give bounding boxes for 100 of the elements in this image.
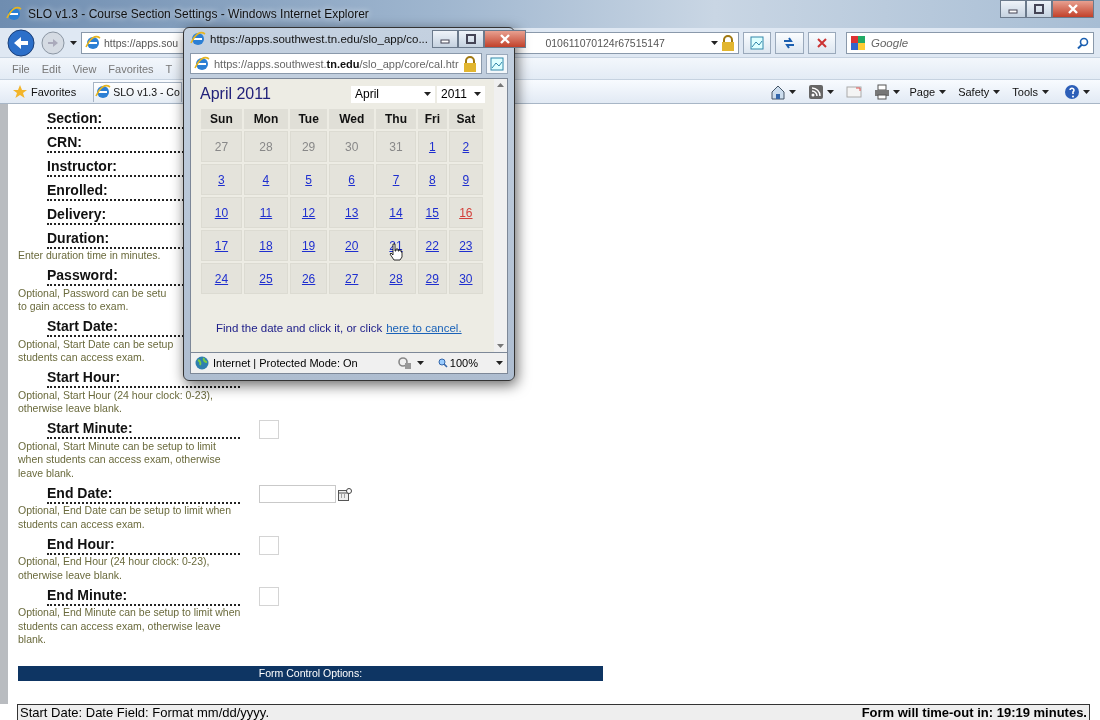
weekday-header: Mon bbox=[243, 109, 289, 129]
day-link[interactable]: 26 bbox=[301, 271, 316, 286]
caret-icon[interactable] bbox=[496, 361, 503, 365]
input-field[interactable] bbox=[259, 586, 279, 606]
date-field[interactable] bbox=[259, 485, 336, 503]
scroll-down-icon[interactable] bbox=[497, 344, 504, 348]
menu-item[interactable]: T bbox=[161, 62, 177, 75]
help-text: Enter duration time in minutes. bbox=[18, 249, 161, 263]
close-button[interactable] bbox=[484, 30, 526, 48]
day-link[interactable]: 4 bbox=[262, 172, 270, 187]
help-text: Optional, Start Minute can be setup to limit bbox=[18, 439, 216, 453]
year-select[interactable]: 2011 bbox=[437, 85, 485, 103]
day-link[interactable]: 8 bbox=[428, 172, 436, 187]
day-link[interactable]: 23 bbox=[459, 238, 473, 253]
day-link[interactable]: 13 bbox=[345, 205, 359, 220]
weekday-header: Tue bbox=[290, 109, 328, 129]
menu-item[interactable]: Favorites bbox=[104, 62, 158, 75]
weekday-header: Sun bbox=[201, 109, 242, 129]
lock-icon bbox=[720, 34, 735, 51]
favorites-button[interactable]: Favorites bbox=[10, 81, 80, 102]
menu-item[interactable]: Edit bbox=[37, 62, 65, 75]
calendar-day: 27 bbox=[201, 131, 242, 162]
weekday-header: Thu bbox=[376, 109, 416, 129]
weekday-header: Fri bbox=[417, 109, 447, 129]
weekday-header: Wed bbox=[329, 109, 375, 129]
input-field[interactable] bbox=[259, 535, 279, 555]
day-link[interactable]: 9 bbox=[462, 172, 470, 187]
day-link[interactable]: 7 bbox=[392, 172, 400, 187]
command-menu-button[interactable]: Page bbox=[906, 81, 950, 102]
caret-icon[interactable] bbox=[1083, 89, 1090, 94]
printer-icon[interactable] bbox=[874, 83, 891, 100]
field-label: End Date: bbox=[47, 484, 113, 502]
feed-icon[interactable] bbox=[808, 83, 825, 100]
field-label: CRN: bbox=[47, 133, 82, 151]
browser-icon bbox=[95, 84, 112, 100]
day-link[interactable]: 18 bbox=[259, 238, 273, 253]
search-icon[interactable] bbox=[1077, 36, 1089, 49]
help-text: when students can access exam, otherwise bbox=[18, 453, 221, 467]
caret-icon[interactable] bbox=[710, 40, 718, 45]
today-link[interactable]: 16 bbox=[459, 205, 473, 220]
day-link[interactable]: 19 bbox=[301, 238, 316, 253]
help-text: leave blank. bbox=[18, 466, 75, 480]
refresh-button[interactable] bbox=[775, 31, 804, 54]
zoom-button[interactable]: 100% bbox=[437, 357, 478, 369]
day-link[interactable]: 20 bbox=[345, 238, 359, 253]
command-menu-button[interactable]: Safety bbox=[955, 81, 1004, 102]
browser-icon bbox=[6, 6, 22, 22]
browser-tab[interactable]: SLO v1.3 - Co bbox=[93, 81, 182, 102]
caret-icon[interactable] bbox=[827, 89, 835, 94]
day-link[interactable]: 1 bbox=[428, 139, 436, 154]
day-link[interactable]: 11 bbox=[259, 205, 273, 220]
cancel-link[interactable]: here to cancel. bbox=[386, 322, 462, 334]
caret-icon[interactable] bbox=[70, 40, 77, 45]
day-link[interactable]: 17 bbox=[214, 238, 229, 253]
caret-icon[interactable] bbox=[893, 89, 901, 94]
day-link[interactable]: 24 bbox=[214, 271, 229, 286]
day-link[interactable]: 3 bbox=[218, 172, 225, 187]
day-link[interactable]: 25 bbox=[259, 271, 273, 286]
day-link[interactable]: 12 bbox=[301, 205, 316, 220]
caret-icon bbox=[1042, 89, 1049, 94]
day-link[interactable]: 30 bbox=[459, 271, 473, 286]
day-link[interactable]: 28 bbox=[389, 271, 403, 286]
close-button[interactable] bbox=[1052, 0, 1094, 18]
stop-button[interactable] bbox=[807, 31, 836, 54]
day-link[interactable]: 5 bbox=[305, 172, 312, 187]
input-field[interactable] bbox=[259, 420, 279, 439]
weekday-header: Sat bbox=[448, 109, 483, 129]
day-link[interactable]: 27 bbox=[345, 271, 359, 286]
help-icon[interactable] bbox=[1064, 83, 1080, 100]
field-label: Password: bbox=[47, 267, 118, 284]
help-text: to gain access to exam. bbox=[18, 300, 129, 314]
menu-item[interactable]: File bbox=[8, 62, 34, 75]
caret-icon[interactable] bbox=[416, 361, 424, 365]
star-icon bbox=[13, 84, 27, 99]
back-button[interactable] bbox=[6, 27, 36, 58]
search-engine-icon bbox=[850, 34, 866, 51]
field-label: Delivery: bbox=[47, 205, 107, 223]
field-label: Duration: bbox=[47, 229, 110, 247]
globe-icon bbox=[195, 356, 209, 370]
compatibility-icon[interactable] bbox=[749, 34, 766, 51]
caret-icon bbox=[424, 92, 431, 96]
day-link[interactable]: 2 bbox=[462, 139, 470, 154]
scroll-up-icon[interactable] bbox=[497, 83, 504, 87]
caret-icon bbox=[993, 89, 1001, 94]
caret-icon[interactable] bbox=[789, 89, 797, 94]
command-menu-button[interactable]: Tools bbox=[1009, 81, 1052, 102]
calendar-day: 29 bbox=[290, 131, 328, 162]
calendar-icon[interactable] bbox=[338, 487, 352, 501]
menu-item[interactable]: View bbox=[68, 62, 101, 75]
help-text: Optional, Password can be setu bbox=[18, 286, 167, 300]
home-icon[interactable] bbox=[770, 83, 787, 100]
day-link[interactable]: 14 bbox=[389, 205, 403, 220]
search-field[interactable]: Google bbox=[846, 31, 1094, 54]
scrollbar[interactable] bbox=[494, 79, 507, 352]
lock-icon bbox=[462, 55, 477, 72]
day-link[interactable]: 6 bbox=[348, 172, 356, 187]
help-text: Optional, End Hour (24 hour clock: 0-23), bbox=[18, 555, 210, 569]
address-field[interactable]: https://apps.southwest.tn.edu/slo_app/core/cal.htr bbox=[190, 53, 482, 74]
month-select[interactable]: April bbox=[351, 85, 435, 103]
day-link[interactable]: 10 bbox=[214, 205, 229, 220]
